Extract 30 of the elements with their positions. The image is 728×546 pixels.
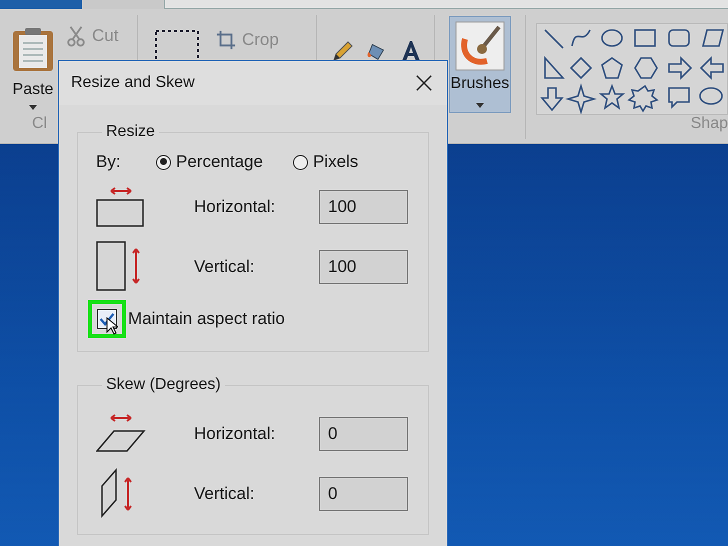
group-title: Skew (Degrees) (105, 376, 222, 394)
field-label: Horizontal: (194, 197, 276, 217)
pencil-icon[interactable] (331, 39, 356, 63)
group-label: Shap (690, 115, 728, 133)
number-field[interactable]: 100 (319, 190, 408, 224)
dialog-title: Resize and Skew (71, 74, 195, 92)
group-title: Resize (105, 123, 156, 141)
cursor-icon (106, 317, 118, 335)
field-label: Vertical: (194, 257, 256, 277)
number-field[interactable]: 100 (319, 250, 408, 284)
paste-label[interactable]: Paste (12, 81, 54, 99)
resize-horizontal-icon (96, 186, 146, 228)
number-field[interactable]: 0 (319, 477, 408, 511)
close-icon[interactable] (415, 74, 433, 92)
group-label: Cl (32, 115, 48, 133)
brushes-button[interactable]: Brushes (448, 16, 511, 113)
by-label: By: (96, 152, 122, 172)
caret-icon[interactable] (29, 105, 37, 110)
brush-icon (454, 21, 505, 71)
crop-icon[interactable] (216, 29, 236, 51)
checkbox-label[interactable]: Maintain aspect ratio (128, 309, 285, 329)
clipboard-icon[interactable] (11, 27, 55, 73)
radio-option[interactable]: Pixels (292, 152, 358, 172)
number-field[interactable]: 0 (319, 417, 408, 451)
shape-gallery-drawing[interactable] (536, 23, 728, 115)
field-label: Vertical: (194, 484, 256, 504)
skew-horizontal-icon (96, 413, 146, 455)
radio-option[interactable]: Percentage (156, 152, 263, 172)
field-label: Horizontal: (194, 424, 276, 444)
caret-icon (476, 103, 484, 108)
